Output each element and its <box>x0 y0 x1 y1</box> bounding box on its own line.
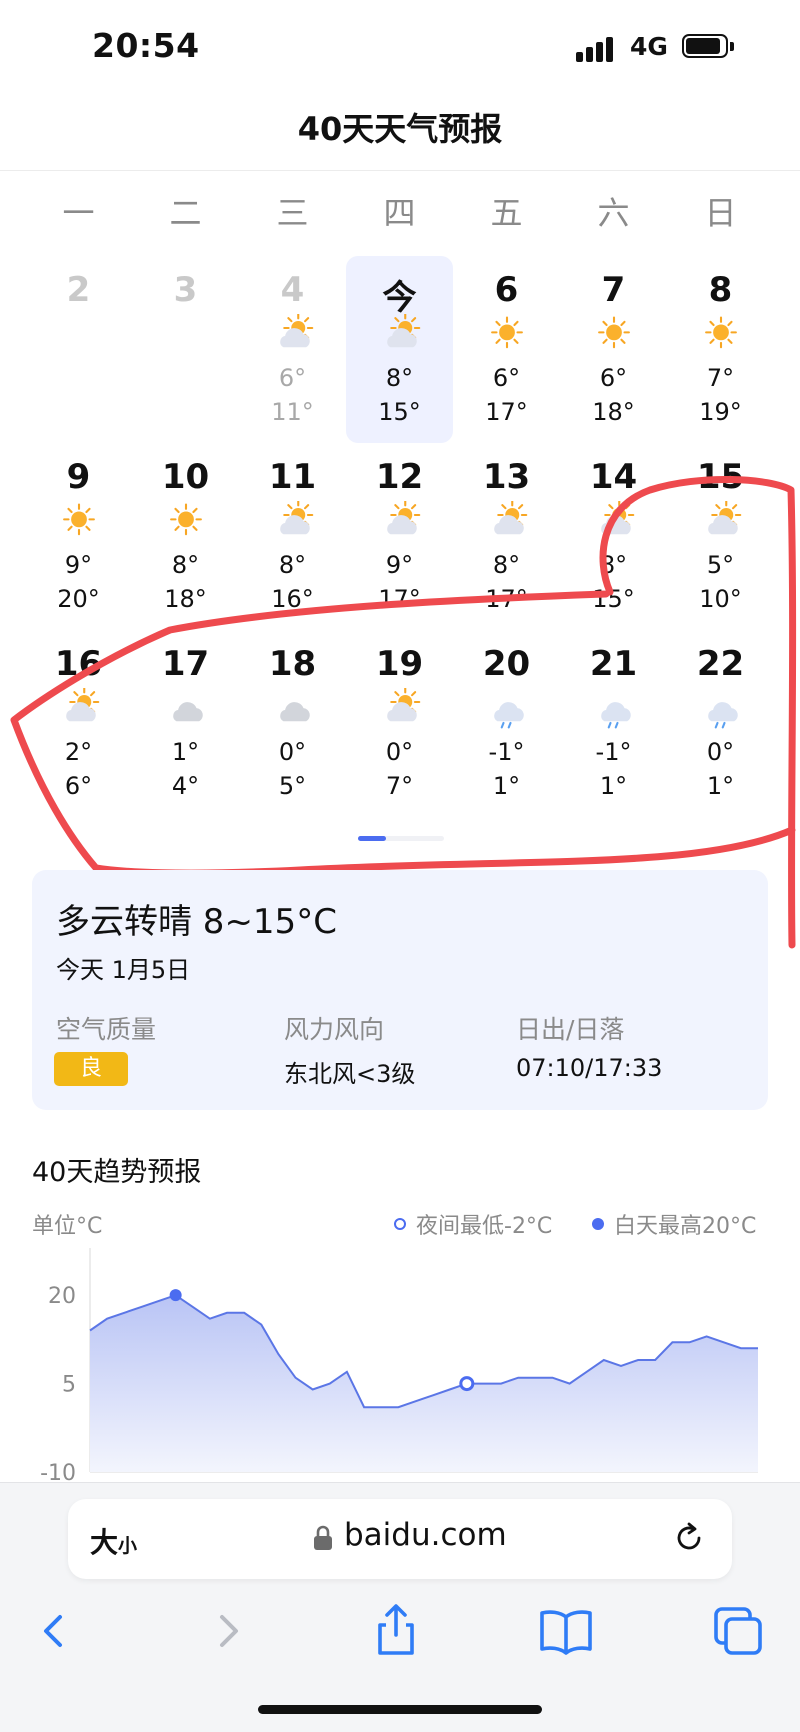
low-marker <box>459 1376 475 1392</box>
bookmarks-icon[interactable] <box>536 1601 596 1661</box>
high-marker <box>169 1289 182 1302</box>
address-bar[interactable]: 大小 baidu.com <box>68 1499 732 1579</box>
wind-label: 风力风向 <box>284 1015 385 1044</box>
detail-date: 今天 1月5日 <box>56 956 191 984</box>
legend-high-label: 白天最高20°C <box>614 1214 757 1239</box>
trend-unit: 单位°C <box>32 1214 103 1239</box>
trend-chart[interactable]: 20 5 -10 <box>0 1240 800 1482</box>
browser-toolbar: 大小 baidu.com <box>0 1482 800 1732</box>
home-indicator <box>258 1705 542 1714</box>
trend-area <box>90 1295 758 1472</box>
today-detail-card[interactable]: 多云转晴 8~15°C 今天 1月5日 空气质量 良 风力风向 东北风<3级 日… <box>32 870 768 1110</box>
lock-icon <box>314 1525 332 1550</box>
y-tick-label: -10 <box>40 1461 76 1482</box>
sunrise-sunset-value: 07:10/17:33 <box>516 1054 663 1082</box>
legend-low-label: 夜间最低-2°C <box>416 1214 553 1239</box>
air-quality-label: 空气质量 <box>56 1015 157 1044</box>
y-tick-label: 5 <box>62 1373 76 1398</box>
legend-low-marker <box>394 1218 406 1230</box>
text-size-button[interactable]: 大小 <box>90 1521 137 1561</box>
wind-value: 东北风<3级 <box>284 1060 416 1088</box>
share-icon[interactable] <box>366 1601 426 1661</box>
tabs-icon[interactable] <box>708 1601 768 1661</box>
back-icon[interactable] <box>24 1601 84 1661</box>
y-tick-label: 20 <box>48 1284 76 1309</box>
legend-low: 夜间最低-2°C <box>394 1208 552 1240</box>
url-text: baidu.com <box>344 1517 507 1553</box>
forward-icon[interactable] <box>198 1601 258 1661</box>
text-size-large: 大 <box>90 1526 119 1559</box>
legend-high-marker <box>592 1218 604 1230</box>
weather-condition: 多云转晴 8~15°C <box>56 902 337 942</box>
trend-title: 40天趋势预报 <box>32 1157 202 1188</box>
legend-high: 白天最高20°C <box>592 1208 756 1240</box>
text-size-small: 小 <box>118 1535 138 1557</box>
red-annotation-scribble <box>10 475 797 949</box>
air-quality-badge: 良 <box>54 1052 128 1086</box>
reload-icon[interactable] <box>672 1521 706 1555</box>
sunrise-sunset-label: 日出/日落 <box>516 1015 625 1044</box>
